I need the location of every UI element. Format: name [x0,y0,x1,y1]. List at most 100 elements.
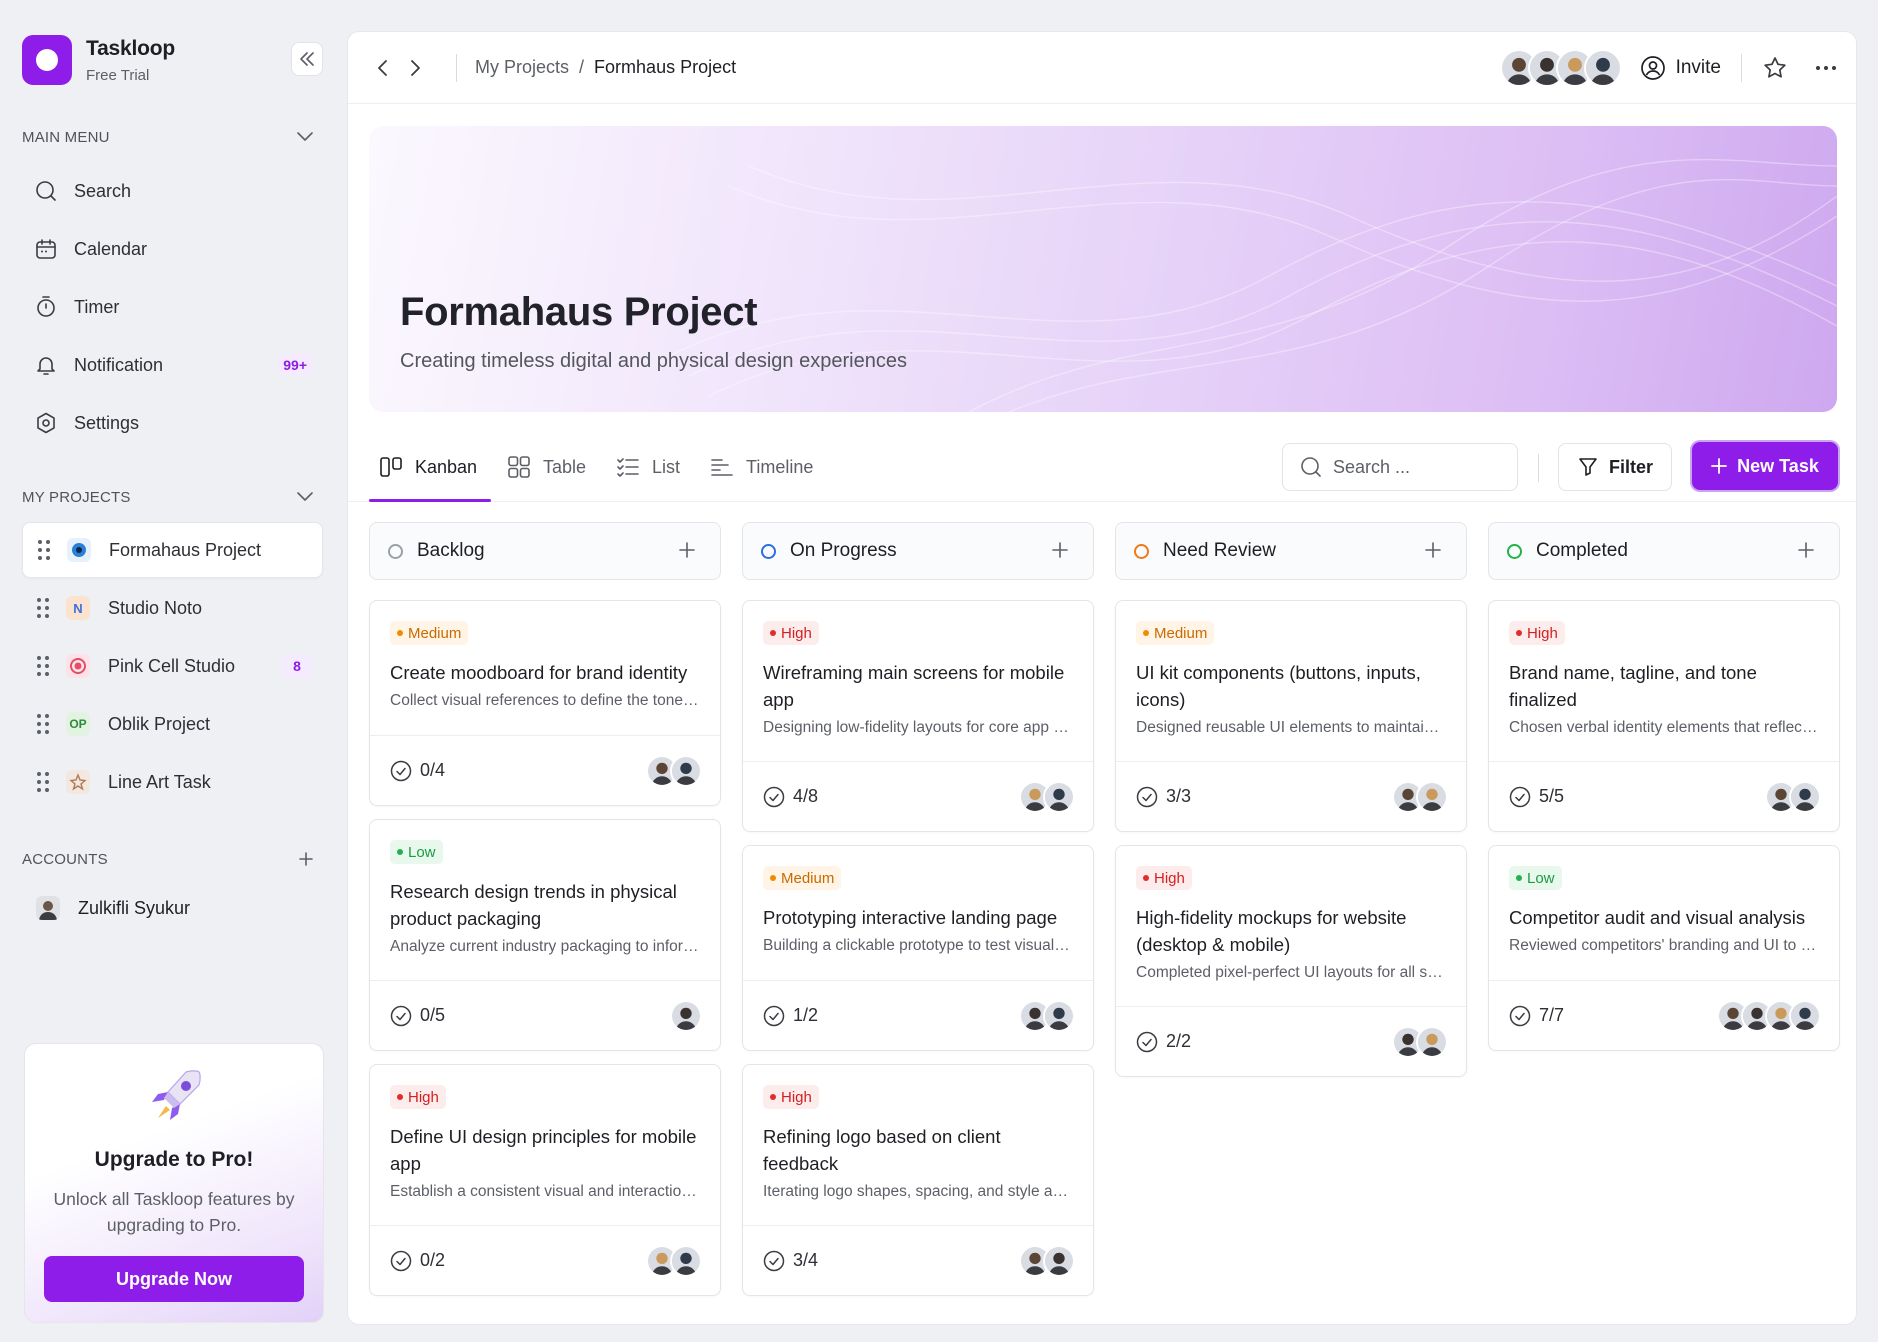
priority-tag: Medium [390,621,469,645]
column-title: Backlog [417,540,485,561]
star-icon[interactable] [1762,55,1788,81]
task-card[interactable]: Low Competitor audit and visual analysis… [1488,845,1840,1051]
task-card[interactable]: High Brand name, tagline, and tone final… [1488,600,1840,832]
column-need-review: Need Review Medium UI kit components (bu… [1115,522,1467,1077]
priority-tag: Low [1509,866,1562,890]
task-card[interactable]: High Define UI design principles for mob… [369,1064,721,1296]
sidebar-item-search[interactable]: Search [22,168,323,214]
breadcrumb: My Projects / Formhaus Project [475,57,736,78]
subtask-progress: 3/3 [1166,786,1192,806]
my-projects-label: MY PROJECTS [22,488,131,506]
task-search-input[interactable]: Search ... [1282,443,1518,491]
main-menu-header[interactable]: MAIN MENU [22,126,323,148]
account-name: Zulkifli Syukur [78,897,191,918]
plus-icon[interactable] [299,852,313,866]
forward-arrow-icon[interactable] [404,57,426,79]
sidebar-item-timer[interactable]: Timer [22,284,323,330]
account-item[interactable]: Zulkifli Syukur [22,888,323,928]
more-options-icon[interactable] [1814,55,1838,81]
top-bar: My Projects / Formhaus Project Invite [348,32,1856,104]
task-card[interactable]: Medium Prototyping interactive landing p… [742,845,1094,1051]
upgrade-title: Upgrade to Pro! [94,1148,254,1171]
task-card[interactable]: High Refining logo based on client feedb… [742,1064,1094,1296]
collapse-sidebar-button[interactable] [291,42,323,76]
sidebar-item-label: Settings [74,412,140,433]
project-banner: Formahaus Project Creating timeless digi… [369,126,1837,412]
oblik-icon: OP [66,712,90,736]
assignee-avatars[interactable] [1019,1000,1075,1032]
avatar [1043,1245,1075,1277]
bell-icon [37,357,55,375]
rocket-icon [152,1070,201,1120]
task-card[interactable]: Low Research design trends in physical p… [369,819,721,1051]
subtask-progress: 0/4 [420,760,446,780]
my-projects-header[interactable]: MY PROJECTS [22,486,323,508]
check-circle-icon [1136,786,1158,807]
assignee-avatars[interactable] [670,1000,702,1032]
back-arrow-icon[interactable] [372,57,394,79]
project-item-pink-cell[interactable]: Pink Cell Studio 8 [22,638,323,694]
tab-kanban[interactable]: Kanban [379,432,477,502]
project-item-formahaus[interactable]: Formahaus Project [22,522,323,578]
new-task-button[interactable]: New Task [1692,442,1838,490]
subtask-progress: 0/5 [420,1005,446,1025]
assignee-avatars[interactable] [646,1245,702,1277]
add-task-icon[interactable] [678,541,696,559]
sidebar-item-calendar[interactable]: Calendar [22,226,323,272]
add-task-icon[interactable] [1051,541,1069,559]
assignee-avatars[interactable] [1765,781,1821,813]
sidebar-item-settings[interactable]: Settings [22,400,323,446]
avatar [1789,781,1821,813]
column-completed: Completed High Brand name, tagline, and … [1488,522,1840,1051]
sidebar-item-label: Timer [74,296,120,317]
breadcrumb-current: Formhaus Project [594,57,737,77]
task-card[interactable]: High High-fidelity mockups for website (… [1115,845,1467,1077]
sidebar-item-notification[interactable]: Notification 99+ [22,342,323,388]
project-item-oblik[interactable]: OP Oblik Project [22,696,323,752]
timeline-icon [711,459,733,476]
subtask-progress: 7/7 [1539,1005,1565,1025]
filter-icon [1579,458,1597,476]
task-card[interactable]: High Wireframing main screens for mobile… [742,600,1094,832]
tab-label: Table [543,456,587,477]
filter-button[interactable]: Filter [1558,443,1672,491]
taskloop-logo [22,35,72,85]
search-icon [36,181,56,201]
task-card[interactable]: Medium Create moodboard for brand identi… [369,600,721,806]
task-title: Refining logo based on client feedback [763,1126,1001,1174]
status-dot-icon [1507,543,1522,559]
tab-label: List [652,456,681,477]
upgrade-text: Unlock all Taskloop features by upgradin… [53,1189,295,1235]
project-item-line-art[interactable]: Line Art Task [22,754,323,810]
project-label: Line Art Task [108,771,211,792]
tab-timeline[interactable]: Timeline [710,432,813,502]
studio-noto-icon: N [66,596,90,620]
task-card[interactable]: Medium UI kit components (buttons, input… [1115,600,1467,832]
check-circle-icon [763,786,785,807]
upgrade-now-button[interactable]: Upgrade Now [44,1256,304,1302]
assignee-avatars[interactable] [1392,781,1448,813]
tab-table[interactable]: Table [507,432,586,502]
task-footer: 0/4 [370,735,720,805]
assignee-avatars[interactable] [1717,1000,1821,1032]
drag-handle-icon [37,656,49,676]
add-task-icon[interactable] [1797,541,1815,559]
assignee-avatars[interactable] [646,755,702,787]
avatar [1583,49,1622,87]
assignee-avatars[interactable] [1019,1245,1075,1277]
breadcrumb-parent[interactable]: My Projects [475,57,569,78]
main-panel: My Projects / Formhaus Project Invite Fo… [347,31,1857,1325]
table-icon [508,456,530,478]
drag-handle-icon [37,772,49,792]
add-task-icon[interactable] [1424,541,1442,559]
view-toolbar: Kanban Table List Timeline Search ... Fi… [348,432,1856,502]
tab-list[interactable]: List [616,432,680,502]
team-avatars[interactable] [1499,49,1622,87]
task-title: Create moodboard for brand identity [390,662,688,683]
invite-button[interactable]: Invite [1640,55,1721,81]
assignee-avatars[interactable] [1392,1026,1448,1058]
task-title: UI kit components (buttons, inputs, icon… [1136,662,1421,710]
project-item-studio-noto[interactable]: N Studio Noto [22,580,323,636]
drag-handle-icon [37,714,49,734]
assignee-avatars[interactable] [1019,781,1075,813]
